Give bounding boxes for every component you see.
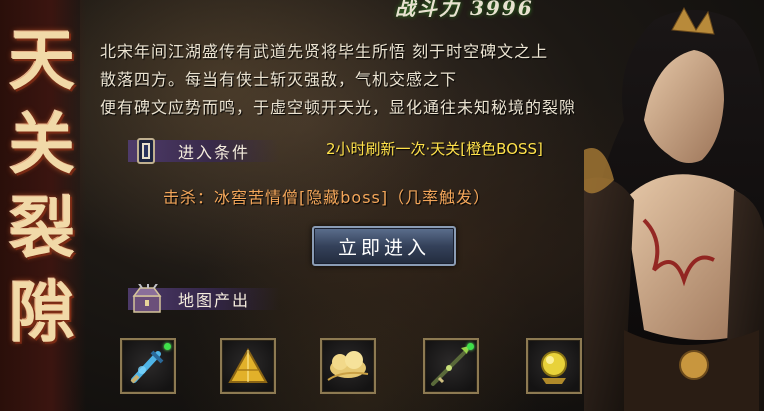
title-char: 关 [9,105,75,183]
entry-conditions-header: 进入条件 [128,136,318,166]
scroll-icon [128,136,168,166]
map-drops-header: 地图产出 [128,281,318,314]
gold-pyramid-icon [228,347,268,383]
new-marker-icon [164,343,171,350]
enter-now-button[interactable]: 立即进入 [312,226,456,266]
drop-items [120,338,590,400]
title-banner: 天 关 裂 隙 [0,0,86,411]
golden-orb-icon [541,351,567,384]
drop-slot-3[interactable] [320,338,376,394]
title-char: 裂 [9,189,75,267]
treasure-chest-icon [128,281,168,314]
description-line: 便有碑文应势而鸣，于虚空顿开天光，显化通往未知秘境的裂隙 [100,98,577,117]
title-char: 天 [9,21,75,99]
title-char: 隙 [9,273,75,351]
title-text: 天 关 裂 隙 [2,18,82,354]
rift-panel: 战斗力 3996 天 关 裂 隙 北宋年间江湖盛传有武道先贤将毕生所悟 刻于时空… [0,0,764,411]
refresh-note: 2小时刷新一次·天关[橙色BOSS] [326,140,543,158]
drop-slot-5[interactable] [526,338,582,394]
power-readout: 战斗力 3996 [395,0,534,20]
description-line: 散落四方。每当有侠士斩灭强敌，气机交感之下 [100,70,458,89]
description-line: 北宋年间江湖盛传有武道先贤将毕生所悟 刻于时空碑文之上 [100,42,549,61]
kill-requirement: 击杀：冰窖苦情僧[隐藏boss]（几率触发） [163,188,491,207]
drop-slot-4[interactable] [423,338,479,394]
golden-cloud-icon [327,351,369,381]
rift-description: 北宋年间江湖盛传有武道先贤将毕生所悟 刻于时空碑文之上 散落四方。每当有侠士斩灭… [100,38,690,122]
drop-slot-2[interactable] [220,338,276,394]
drop-slot-1[interactable] [120,338,176,394]
new-marker-icon [467,343,474,350]
